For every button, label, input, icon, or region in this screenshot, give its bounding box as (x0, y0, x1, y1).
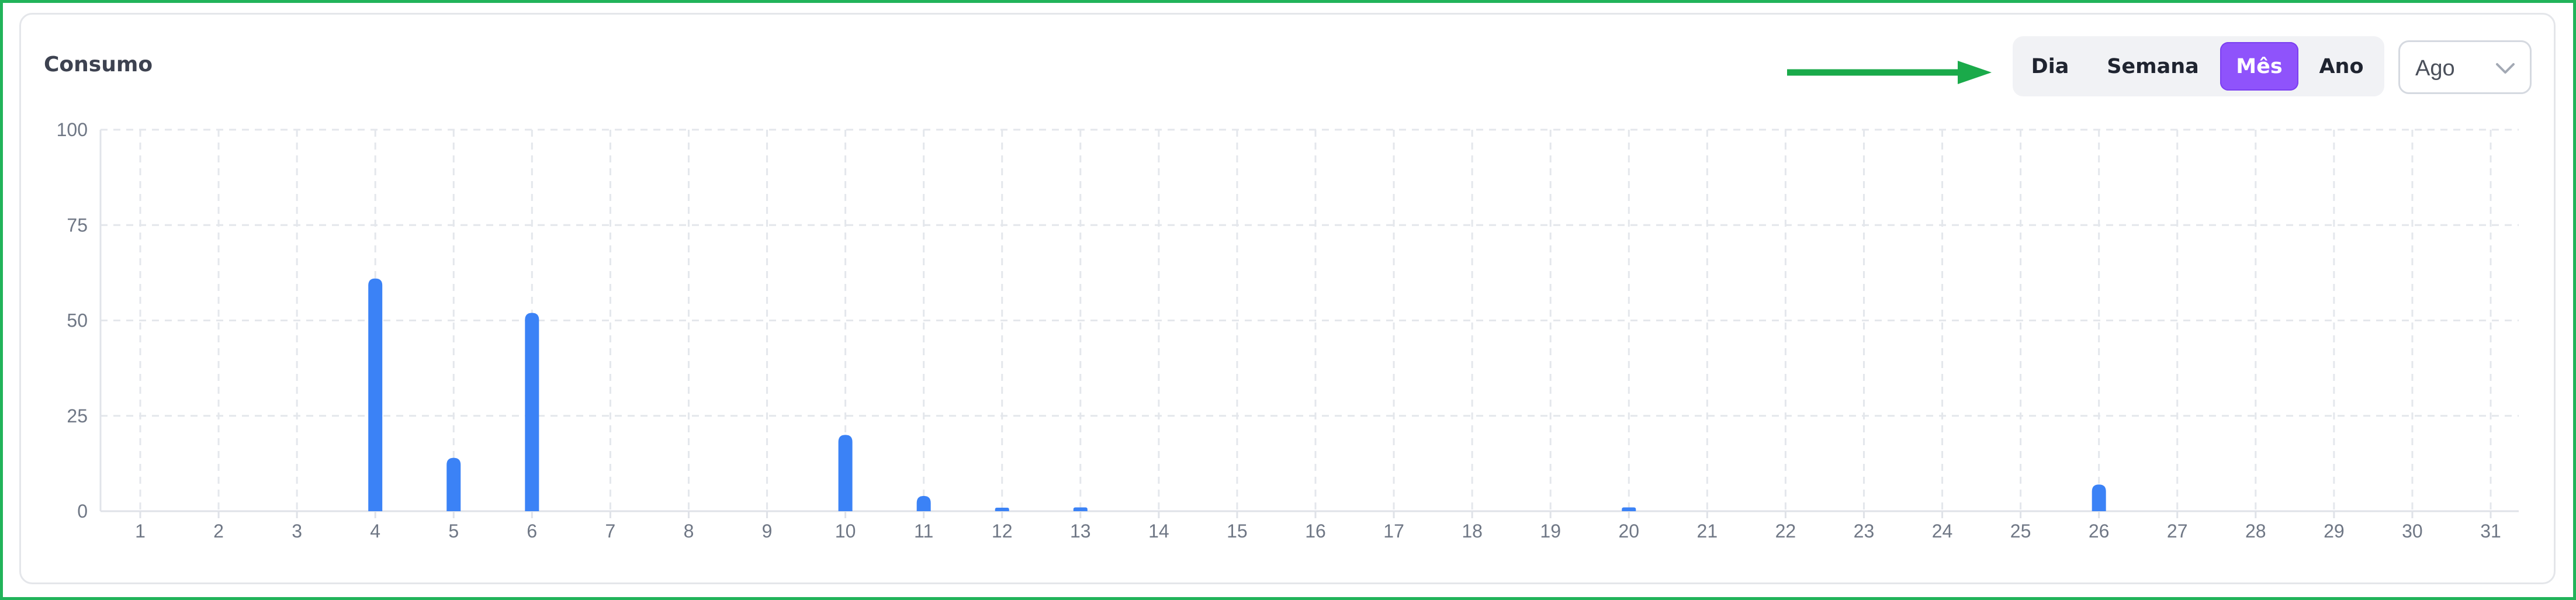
x-tick-label: 4 (370, 521, 380, 542)
x-tick-label: 2 (213, 521, 224, 542)
x-tick-label: 15 (1227, 521, 1248, 542)
x-tick-label: 14 (1148, 521, 1169, 542)
x-tick-label: 11 (914, 521, 933, 542)
x-tick-label: 22 (1775, 521, 1796, 542)
bar (838, 435, 853, 511)
y-tick-label: 25 (67, 405, 88, 426)
x-tick-label: 6 (527, 521, 537, 542)
y-tick-label: 50 (67, 310, 88, 331)
x-tick-label: 24 (1932, 521, 1953, 542)
x-tick-label: 9 (762, 521, 773, 542)
x-tick-label: 30 (2402, 521, 2423, 542)
x-tick-label: 5 (448, 521, 459, 542)
bar (916, 495, 931, 511)
x-tick-label: 10 (835, 521, 856, 542)
x-tick-label: 26 (2089, 521, 2110, 542)
bar (368, 278, 383, 511)
x-tick-label: 13 (1070, 521, 1091, 542)
x-tick-label: 16 (1305, 521, 1326, 542)
x-tick-label: 21 (1697, 521, 1718, 542)
bar (446, 457, 461, 511)
x-tick-label: 23 (1854, 521, 1875, 542)
x-tick-label: 1 (135, 521, 146, 542)
x-tick-label: 19 (1540, 521, 1561, 542)
x-tick-label: 29 (2324, 521, 2345, 542)
y-tick-label: 100 (57, 119, 88, 140)
y-tick-label: 0 (77, 501, 88, 522)
bar (1073, 507, 1088, 511)
x-tick-label: 12 (992, 521, 1013, 542)
consumption-bar-chart: 02550751001 2 3 4 5 6 7 8 9 10 11 12 13 14 15 16 17 18 19 2… (57, 119, 2519, 542)
x-tick-label: 31 (2480, 521, 2501, 542)
x-tick-label: 17 (1383, 521, 1404, 542)
x-tick-label: 28 (2245, 521, 2266, 542)
x-tick-label: 7 (605, 521, 616, 542)
y-tick-label: 75 (67, 214, 88, 235)
x-tick-label: 18 (1462, 521, 1483, 542)
bar (525, 313, 539, 511)
bar (2092, 484, 2106, 511)
x-tick-label: 25 (2010, 521, 2031, 542)
x-tick-label: 27 (2167, 521, 2188, 542)
bar (995, 508, 1009, 511)
x-tick-label: 8 (684, 521, 694, 542)
x-tick-label: 20 (1618, 521, 1639, 542)
x-tick-label: 3 (292, 521, 302, 542)
bar (1622, 507, 1636, 511)
